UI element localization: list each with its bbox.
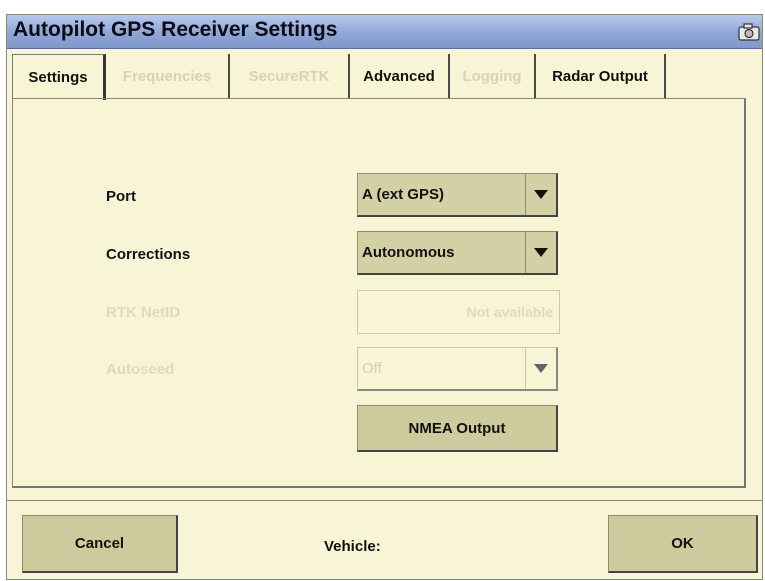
autoseed-value: Off [362, 360, 382, 377]
autoseed-label: Autoseed [106, 361, 175, 378]
window-title: Autopilot GPS Receiver Settings [13, 18, 338, 41]
rtk-netid-field: Not available [357, 290, 560, 334]
chevron-down-icon[interactable] [525, 232, 556, 273]
autoseed-dropdown: Off [357, 347, 558, 391]
corrections-dropdown[interactable]: Autonomous [357, 231, 558, 275]
tab-advanced[interactable]: Advanced [350, 54, 450, 98]
title-bar: Autopilot GPS Receiver Settings [7, 15, 762, 49]
cancel-button[interactable]: Cancel [22, 515, 178, 573]
rtk-netid-label: RTK NetID [106, 304, 181, 321]
rtk-netid-value: Not available [466, 304, 553, 320]
tab-bar: Settings Frequencies SecureRTK Advanced … [12, 54, 732, 100]
nmea-output-button[interactable]: NMEA Output [357, 405, 558, 452]
ok-button[interactable]: OK [608, 515, 758, 573]
port-dropdown[interactable]: A (ext GPS) [357, 173, 558, 217]
tab-frequencies: Frequencies [106, 54, 230, 98]
corrections-label: Corrections [106, 246, 191, 263]
tab-logging: Logging [450, 54, 536, 98]
tab-securertk: SecureRTK [230, 54, 350, 98]
port-label: Port [106, 188, 136, 205]
chevron-down-icon[interactable] [525, 174, 556, 215]
chevron-down-icon [525, 348, 556, 389]
corrections-value: Autonomous [362, 244, 455, 261]
tab-radar-output[interactable]: Radar Output [536, 54, 666, 98]
port-value: A (ext GPS) [362, 186, 444, 203]
camera-icon[interactable] [738, 23, 760, 41]
vehicle-label: Vehicle: [324, 538, 381, 555]
tab-settings[interactable]: Settings [12, 54, 106, 100]
